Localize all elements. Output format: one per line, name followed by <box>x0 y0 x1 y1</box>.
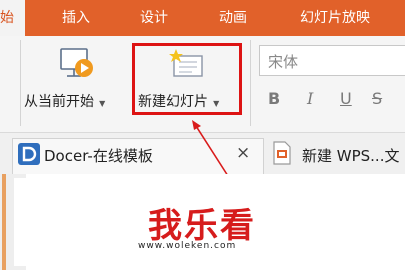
from-current-button[interactable]: 从当前开始 ▼ <box>24 91 134 111</box>
italic-button[interactable]: I <box>307 89 313 108</box>
wps-document-icon <box>272 141 292 165</box>
tab-design[interactable]: 设计 <box>140 0 168 36</box>
font-name-select[interactable]: 宋体 <box>259 45 405 76</box>
wps-document-tab[interactable]: 新建 WPS...文 <box>302 145 399 166</box>
ribbon-divider <box>20 40 21 126</box>
docer-logo-icon <box>18 143 40 165</box>
red-arrow-annotation <box>180 112 240 182</box>
tab-insert[interactable]: 插入 <box>62 0 90 36</box>
play-from-current-icon[interactable] <box>58 46 96 82</box>
docer-tab-title: Docer-在线模板 <box>44 147 153 165</box>
tab-slideshow[interactable]: 幻灯片放映 <box>300 0 370 36</box>
tab-animation[interactable]: 动画 <box>219 0 247 36</box>
ribbon-divider <box>250 40 251 126</box>
watermark-logo-text: 我乐看 <box>148 206 256 246</box>
tab-start[interactable]: 始 <box>0 0 25 36</box>
underline-button[interactable]: U <box>340 89 352 108</box>
thumbnail-accent <box>2 174 6 270</box>
watermark-url: www.woleken.com <box>138 241 237 251</box>
bold-button[interactable]: B <box>268 89 280 108</box>
from-current-label: 从当前开始 <box>24 94 94 110</box>
strikethrough-button[interactable]: S <box>372 89 382 108</box>
chevron-down-icon[interactable]: ▼ <box>99 99 105 108</box>
red-highlight-box <box>132 43 242 115</box>
font-name-value: 宋体 <box>268 53 299 71</box>
